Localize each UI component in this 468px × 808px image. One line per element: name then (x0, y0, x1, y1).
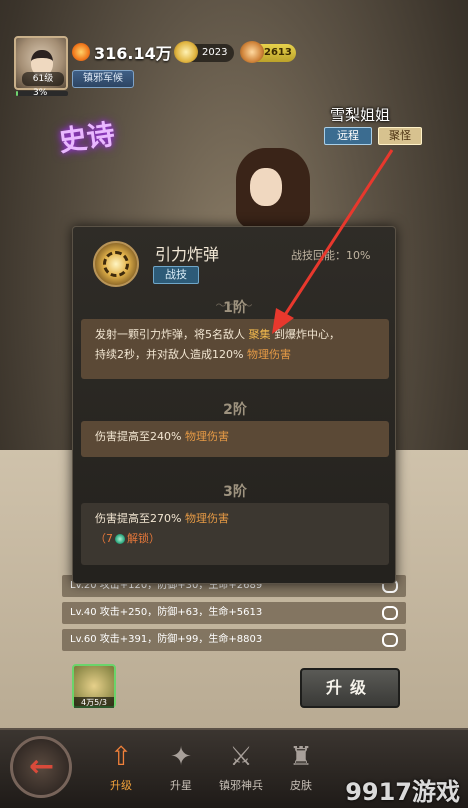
nav-tab-label: 皮肤 (290, 779, 312, 792)
player-level: 61级 (22, 72, 64, 86)
gold-ingot-icon (174, 41, 198, 63)
hero-portrait (226, 148, 316, 228)
exp-fill (16, 91, 18, 96)
unlock-text: 解锁） (127, 532, 160, 545)
stat-row: Lv.40 攻击+250，防御+63，生命+5613 (62, 602, 406, 624)
tier-1-line-1: 发射一颗引力炸弹，将5名敌人 聚集 到爆炸中心， (95, 325, 375, 345)
tier-3-line-1: 伤害提高至270% 物理伤害 (95, 509, 375, 529)
nav-tab-star[interactable]: ✦ 升星 (152, 740, 210, 793)
nav-tab-label: 升级 (110, 779, 132, 792)
tier-1-line-2: 持续2秒，并对敌人造成120% 物理伤害 (95, 345, 375, 365)
tier-1-keyword: 聚集 (248, 328, 271, 341)
nav-tab-weapon[interactable]: ⚔ 镇邪神兵 (212, 740, 270, 793)
currency-1-value: 2023 (202, 47, 228, 58)
nav-tab-label: 升星 (170, 779, 192, 792)
rarity-epic-label: 史诗 (56, 117, 117, 158)
lock-icon (382, 633, 398, 647)
currency-1[interactable]: 2023 (174, 41, 234, 63)
nav-tab-label: 镇邪神兵 (219, 779, 263, 792)
back-button[interactable]: ← (10, 736, 72, 798)
lock-icon (382, 606, 398, 620)
copper-coin-icon (240, 41, 264, 63)
hero-group-tag: 聚怪 (378, 127, 422, 145)
hero-range-tag: 远程 (324, 127, 372, 145)
flame-icon (72, 43, 90, 61)
tier-1-text-c: 持续2秒，并对敌人造成120% (95, 348, 244, 361)
power-value: 316.14万 (94, 44, 172, 63)
tier-3-unlock-requirement: （7 解锁） (95, 529, 375, 549)
stat-row-text: Lv.60 攻击+391，防御+99，生命+8803 (70, 634, 263, 645)
tier-3-label: 3阶 (223, 484, 247, 500)
hero-face (250, 168, 282, 206)
site-watermark: 9917游戏 (345, 778, 460, 806)
unlock-count: （7 (95, 532, 113, 545)
tier-1-text-a: 发射一颗引力炸弹，将5名敌人 (95, 328, 245, 341)
stat-row-text: Lv.40 攻击+250，防御+63，生命+5613 (70, 607, 263, 618)
star-icon: ✦ (170, 742, 192, 772)
robe-icon: ♜ (289, 742, 313, 772)
tier-1-description: 发射一颗引力炸弹，将5名敌人 聚集 到爆炸中心， 持续2秒，并对敌人造成120%… (81, 319, 389, 379)
upgrade-button[interactable]: 升级 (300, 668, 400, 708)
currency-2[interactable]: 2613 (240, 41, 296, 63)
tier-3-description: 伤害提高至270% 物理伤害 （7 解锁） (81, 503, 389, 565)
tier-1-label: 1阶 (223, 300, 247, 316)
nav-tab-skin[interactable]: ♜ 皮肤 (272, 740, 330, 793)
weapon-icon: ⚔ (229, 742, 253, 772)
up-arrow-icon: ⇧ (110, 742, 132, 772)
skill-name: 引力炸弹 (155, 245, 220, 264)
power-display: 316.14万 (72, 40, 172, 64)
player-title-badge[interactable]: 镇邪军候 (72, 70, 134, 88)
tier-2-text: 伤害提高至240% (95, 430, 182, 443)
tier-1-damage-type: 物理伤害 (246, 348, 291, 361)
tier-2-damage-type: 物理伤害 (184, 430, 229, 443)
tier-2-label: 2阶 (223, 402, 247, 418)
hero-name: 雪梨姐姐 (330, 106, 391, 124)
stat-row: Lv.60 攻击+391，防御+99，生命+8803 (62, 629, 406, 651)
skill-type-tag: 战技 (153, 266, 199, 284)
tier-1-text-b: 到爆炸中心， (274, 328, 340, 341)
tier-3-damage-type: 物理伤害 (184, 512, 229, 525)
swirl-icon (103, 251, 129, 277)
skill-energy: 战技回能：10% (291, 249, 371, 262)
nav-tab-upgrade[interactable]: ⇧ 升级 (92, 740, 150, 793)
gravity-bomb-icon (93, 241, 139, 287)
skill-detail-panel[interactable]: 引力炸弹 战技 战技回能：10% ～〜～ 1阶 发射一颗引力炸弹，将5名敌人 聚… (72, 226, 396, 584)
currency-2-value: 2613 (264, 47, 292, 58)
tier-3-text: 伤害提高至270% (95, 512, 182, 525)
tier-2-description: 伤害提高至240% 物理伤害 (81, 421, 389, 457)
gem-icon (115, 534, 125, 544)
top-bar: 61级 3% 316.14万 镇邪军候 2023 2613 (0, 0, 468, 104)
back-arrow-icon: ← (29, 749, 55, 784)
upgrade-material-count: 4万5/3 (74, 697, 114, 708)
exp-percent: 3% (33, 88, 48, 98)
